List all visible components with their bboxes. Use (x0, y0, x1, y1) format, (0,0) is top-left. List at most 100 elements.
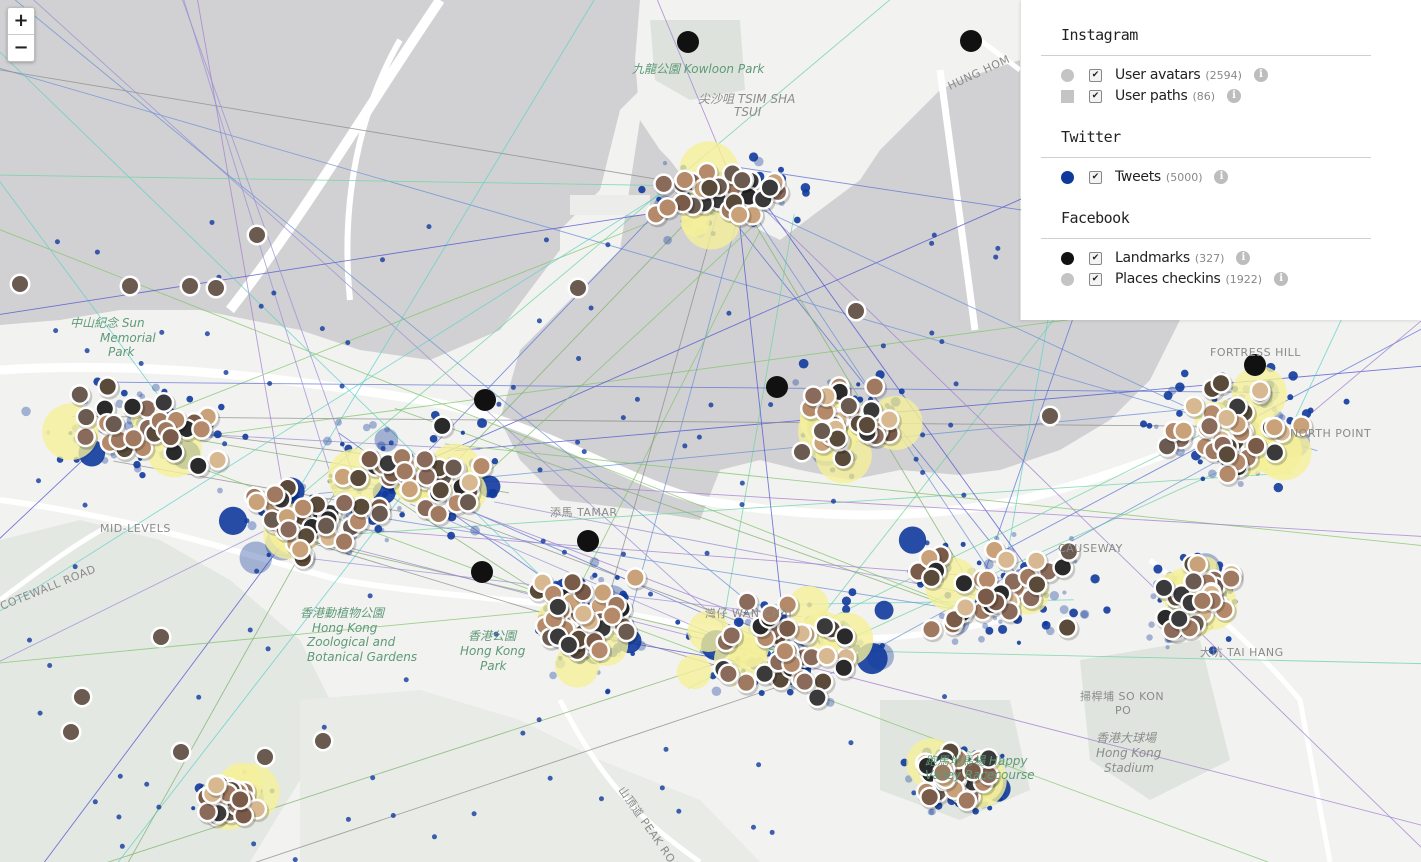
legend-item-user-paths[interactable]: ✔ User paths (86) i (1061, 86, 1242, 106)
tweet-dot (1288, 371, 1298, 381)
info-icon[interactable]: i (1227, 89, 1242, 103)
tweet-dot (549, 671, 557, 680)
tweet-dot (682, 443, 688, 449)
tweet-dot (460, 430, 465, 435)
tweet-dot (209, 219, 215, 225)
legend-item-landmarks[interactable]: ✔ Landmarks (327) i (1061, 248, 1251, 268)
legend-item-tweets[interactable]: ✔ Tweets (5000) i (1061, 167, 1229, 187)
user-avatar (958, 792, 975, 809)
tweet-dot (120, 389, 128, 397)
info-icon[interactable]: i (1214, 170, 1229, 184)
tweet-dot (399, 511, 405, 518)
label-happy-valley-2: Valley Racecourse (925, 768, 1035, 782)
user-avatar (445, 459, 462, 476)
tweet-dot (581, 449, 587, 455)
user-avatar (155, 394, 172, 411)
user-avatar (416, 451, 433, 468)
tweet-dot (84, 348, 90, 354)
user-avatar (1028, 552, 1045, 569)
tweet-dot (1080, 610, 1089, 619)
checkin-highlight (676, 654, 712, 690)
user-avatar (720, 665, 737, 682)
tweet-dot (335, 419, 342, 426)
tweet-dot (380, 446, 386, 452)
user-avatar (723, 627, 740, 644)
legend-divider (1041, 157, 1371, 158)
tweet-dot (244, 518, 250, 524)
user-avatar (434, 417, 451, 434)
tweet-dot (265, 646, 271, 652)
user-avatar (1171, 610, 1188, 627)
tweet-dot (929, 330, 935, 336)
tweet-dot (792, 379, 800, 386)
legend-item-places-checkins[interactable]: ✔ Places checkins (1922) i (1061, 269, 1289, 289)
tweet-dot (345, 816, 351, 822)
user-avatar (866, 378, 883, 395)
tweet-dot (300, 483, 307, 490)
tweet-dot (191, 806, 196, 811)
user-avatar (99, 378, 116, 395)
layer-checkbox-user-avatars[interactable]: ✔ (1089, 68, 1102, 82)
info-icon[interactable]: i (1253, 68, 1268, 82)
layer-checkbox-tweets[interactable]: ✔ (1089, 170, 1102, 184)
tweet-dot (1163, 391, 1173, 400)
tweet-dot (696, 434, 702, 440)
tweet-dot (374, 428, 399, 452)
user-avatar (371, 505, 388, 522)
legend-label: User avatars (1115, 67, 1201, 83)
tweet-dot (978, 635, 985, 643)
tweet-dot (793, 216, 801, 224)
zoom-in-button[interactable]: + (8, 8, 34, 34)
info-icon[interactable]: i (1236, 251, 1251, 265)
tweet-dot (634, 396, 640, 402)
tweet-dot (726, 310, 732, 316)
user-avatar (815, 673, 832, 690)
user-avatar (564, 574, 581, 591)
tweet-dot (630, 651, 636, 657)
tweet-dot (139, 471, 146, 479)
tweet-dot (802, 189, 810, 197)
tweet-dot (662, 161, 668, 166)
tweet-dot (536, 318, 542, 324)
tweet-dot (1016, 640, 1021, 645)
label-hk-park-2: Hong Kong (460, 644, 526, 658)
user-avatar (430, 506, 447, 523)
tweet-dot (620, 415, 626, 421)
label-so-kon-po-2: PO (1115, 704, 1131, 717)
user-avatar (292, 541, 309, 558)
tweet-dot (345, 340, 351, 346)
tweet-dot (636, 640, 646, 651)
label-happy-valley: 跑馬地馬場 Happy (925, 754, 1028, 768)
label-tsim-sha-tsui-2: TSUI (734, 105, 762, 119)
layer-checkbox-places-checkins[interactable]: ✔ (1089, 272, 1102, 286)
tweet-dot (848, 740, 854, 746)
user-avatar (818, 648, 835, 665)
tweet-dot (429, 434, 438, 443)
layer-checkbox-user-paths[interactable]: ✔ (1089, 89, 1102, 103)
legend-count: (1922) (1225, 272, 1263, 286)
legend-group-facebook: Facebook (1061, 209, 1130, 227)
tweet-dot (340, 441, 345, 447)
tweet-dot (1090, 574, 1100, 584)
tweet-dot (663, 746, 669, 752)
tweet-dot (638, 185, 646, 194)
layer-checkbox-landmarks[interactable]: ✔ (1089, 251, 1102, 265)
label-stadium: 香港大球場 (1096, 731, 1158, 745)
landmark-marker (577, 530, 599, 552)
tweet-dot (223, 370, 229, 376)
tweet-dot (589, 557, 600, 568)
legend-item-user-avatars[interactable]: ✔ User avatars (2594) i (1061, 65, 1268, 85)
tweet-dot (920, 470, 926, 476)
zoom-out-button[interactable]: − (8, 34, 34, 61)
tweet-dot (758, 689, 765, 697)
user-avatar (12, 276, 28, 292)
user-avatar (676, 171, 693, 188)
tweet-dot (942, 694, 948, 700)
info-icon[interactable]: i (1274, 272, 1289, 286)
tweet-dot (26, 637, 32, 643)
user-avatar (248, 493, 265, 510)
user-avatar (249, 227, 265, 243)
label-stadium-2: Hong Kong (1096, 746, 1162, 760)
user-avatar (805, 387, 822, 404)
user-avatar (921, 789, 938, 806)
